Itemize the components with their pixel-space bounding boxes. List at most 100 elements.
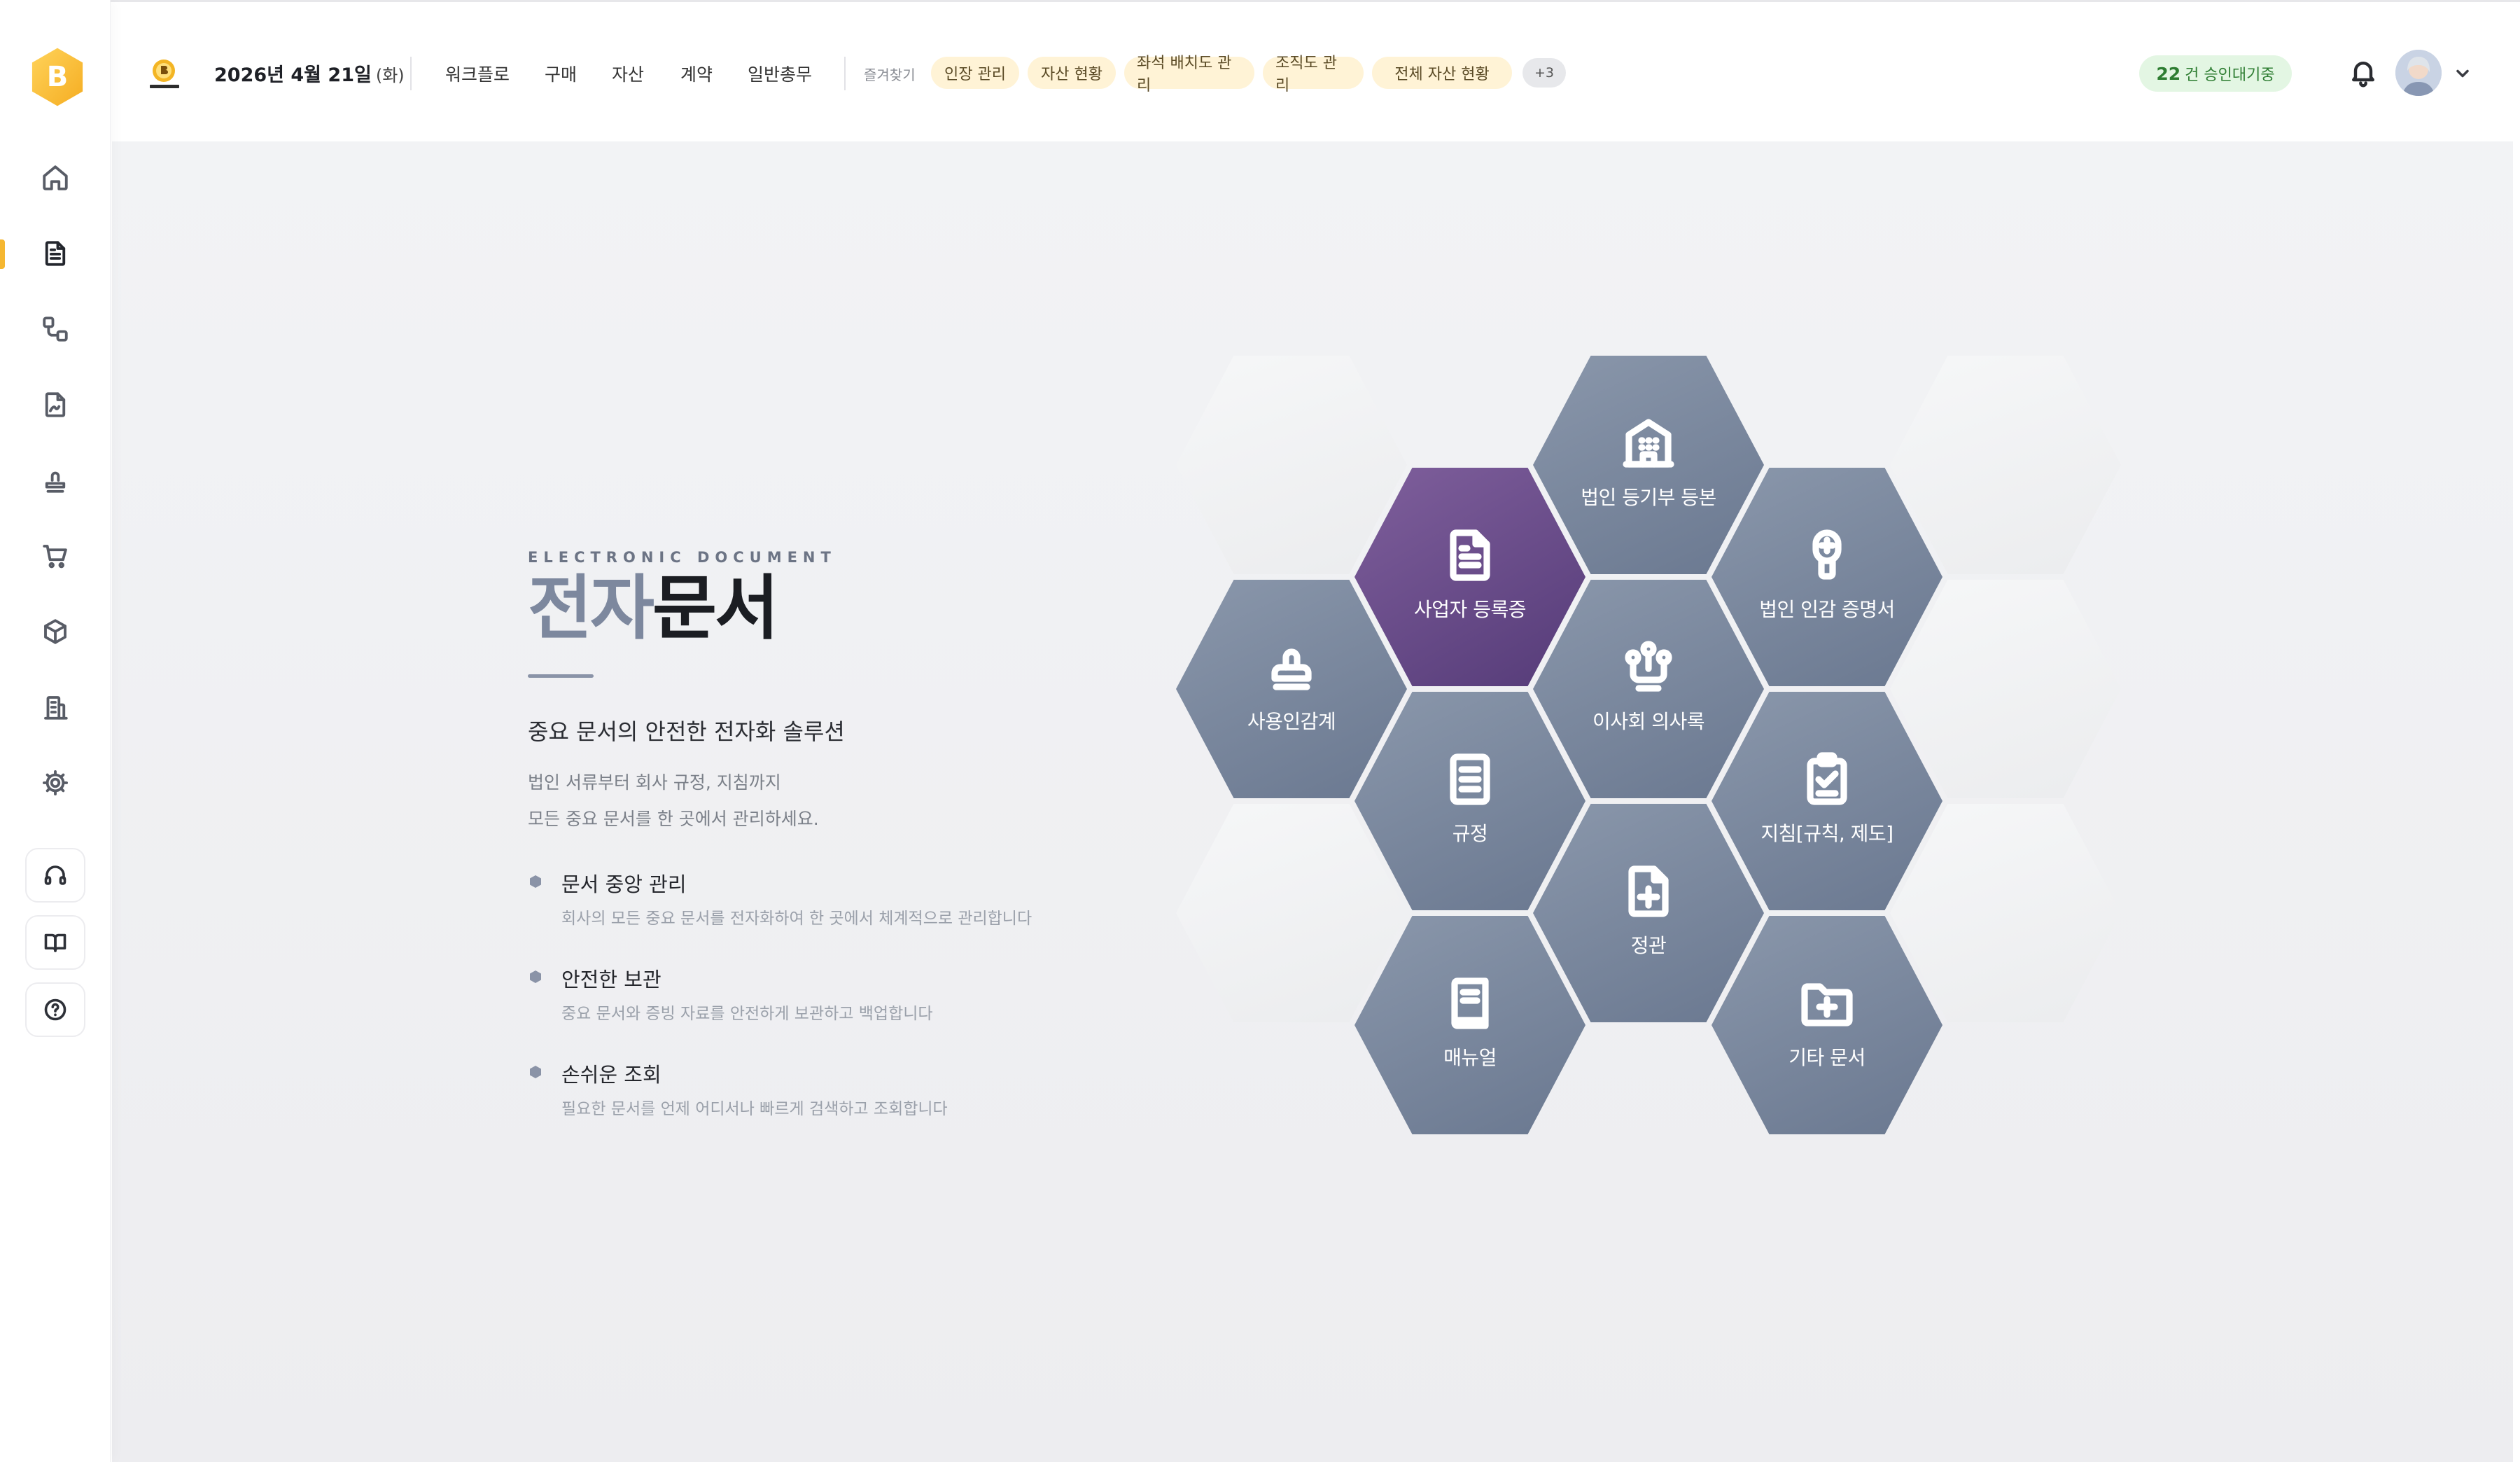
top-header: 2026년 4월 21일 (화) 워크플로 구매 자산 계약 일반총무 즐겨찾기 … xyxy=(111,0,2520,141)
question-icon xyxy=(44,998,66,1021)
category-label: 법인 인감 증명서 xyxy=(1759,598,1895,621)
date-text: 2026년 4월 21일 xyxy=(214,64,372,86)
regulation-list-icon xyxy=(1442,751,1498,807)
category-seal-usage[interactable]: 사용인감계 xyxy=(1176,580,1407,798)
decorative-hexagon xyxy=(1176,804,1407,1022)
avatar-image xyxy=(2395,50,2442,96)
decorative-hexagon xyxy=(1890,580,2121,798)
workflow-icon xyxy=(43,316,68,342)
category-business-registration[interactable]: 사업자 등록증 xyxy=(1354,468,1586,686)
document-icon xyxy=(1442,527,1498,583)
company-logo[interactable] xyxy=(146,54,185,93)
stamp-icon xyxy=(1264,639,1320,695)
sidebar-item-organization[interactable] xyxy=(0,679,111,735)
category-label: 사업자 등록증 xyxy=(1414,598,1526,621)
sidebar-item-asset[interactable] xyxy=(0,604,111,660)
guide-button[interactable] xyxy=(25,915,85,970)
favorites-more-button[interactable]: +3 xyxy=(1522,58,1566,88)
category-label: 법인 등기부 등본 xyxy=(1581,486,1716,509)
category-label: 규정 xyxy=(1452,822,1488,845)
manual-book-icon xyxy=(1442,975,1498,1031)
feature-title: 문서 중앙 관리 xyxy=(561,872,687,896)
company-logo-icon xyxy=(150,60,179,88)
page-subtitle: 중요 문서의 안전한 전자화 솔루션 xyxy=(528,718,845,745)
building-icon xyxy=(44,696,68,720)
eyebrow-text: ELECTRONIC DOCUMENT xyxy=(528,549,836,566)
menu-asset[interactable]: 자산 xyxy=(612,61,644,86)
header-divider xyxy=(844,57,846,90)
category-manual[interactable]: 매뉴얼 xyxy=(1354,916,1586,1134)
support-button[interactable] xyxy=(25,848,85,903)
decorative-hexagon xyxy=(1176,356,1407,574)
category-corporate-registry[interactable]: 법인 등기부 등본 xyxy=(1533,356,1764,574)
main-content: ELECTRONIC DOCUMENT 전자문서 중요 문서의 안전한 전자화 … xyxy=(112,141,2513,1462)
gear-icon xyxy=(42,770,69,796)
menu-workflow[interactable]: 워크플로 xyxy=(445,61,510,86)
file-plus-icon xyxy=(1620,863,1676,919)
favorite-chip-seat-layout[interactable]: 좌석 배치도 관리 xyxy=(1124,55,1254,95)
feature-title: 손쉬운 조회 xyxy=(561,1063,662,1087)
user-avatar[interactable] xyxy=(2395,50,2442,96)
chevron-down-icon xyxy=(2456,69,2469,78)
feature-title: 안전한 보관 xyxy=(561,968,662,991)
sidebar-item-documents[interactable] xyxy=(0,225,111,281)
feature-description: 회사의 모든 중요 문서를 전자화하여 한 곳에서 체계적으로 관리합니다 xyxy=(561,910,1032,928)
feature-item: 안전한 보관 중요 문서와 증빙 자료를 안전하게 보관하고 백업합니다 xyxy=(528,963,1158,1024)
page-title-main: 문서 xyxy=(652,567,779,649)
help-button[interactable] xyxy=(25,982,85,1037)
home-icon xyxy=(43,165,68,190)
page-title-accent: 전자 xyxy=(528,567,654,649)
sidebar-item-settings[interactable] xyxy=(0,755,111,811)
category-articles-of-incorporation[interactable]: 정관 xyxy=(1533,804,1764,1022)
signature-document-icon xyxy=(45,392,66,417)
feature-description: 중요 문서와 증빙 자료를 안전하게 보관하고 백업합니다 xyxy=(561,1005,933,1023)
menu-contract[interactable]: 계약 xyxy=(680,61,713,86)
category-corporate-seal-certificate[interactable]: 법인 인감 증명서 xyxy=(1712,468,1942,686)
sidebar-item-purchase[interactable] xyxy=(0,528,111,584)
menu-general-affairs[interactable]: 일반총무 xyxy=(748,61,812,86)
certificate-seal-icon xyxy=(1799,527,1855,583)
app-logo[interactable]: B xyxy=(27,46,88,108)
clipboard-check-icon xyxy=(1799,751,1855,807)
description-line: 법인 서류부터 회사 규정, 지침까지 xyxy=(528,772,781,793)
feature-item: 문서 중앙 관리 회사의 모든 중요 문서를 전자화하여 한 곳에서 체계적으로… xyxy=(528,868,1158,928)
approval-label: 건 승인대기중 xyxy=(2185,67,2275,84)
favorite-chip-seal[interactable]: 인장 관리 xyxy=(931,57,1019,89)
sidebar: B xyxy=(0,0,111,1462)
category-label: 정관 xyxy=(1630,934,1667,957)
notification-button[interactable] xyxy=(2348,57,2379,88)
day-of-week: (화) xyxy=(375,66,405,85)
intro-section: ELECTRONIC DOCUMENT 전자문서 중요 문서의 안전한 전자화 … xyxy=(528,549,1158,1154)
category-label: 이사회 의사록 xyxy=(1592,710,1704,733)
headset-icon xyxy=(44,865,66,885)
user-menu-toggle[interactable] xyxy=(2453,64,2472,83)
current-date: 2026년 4월 21일 (화) xyxy=(214,60,405,87)
category-label: 사용인감계 xyxy=(1247,710,1336,733)
logo-letter: B xyxy=(46,61,69,93)
description-line: 모든 중요 문서를 한 곳에서 관리하세요. xyxy=(528,809,819,829)
approval-count: 22 xyxy=(2156,63,2181,84)
sidebar-item-seal[interactable] xyxy=(0,452,111,508)
cart-icon xyxy=(43,545,67,569)
approval-pending-badge[interactable]: 22 건 승인대기중 xyxy=(2139,55,2292,92)
favorite-chip-all-assets[interactable]: 전체 자산 현황 xyxy=(1372,57,1512,89)
category-other-documents[interactable]: 기타 문서 xyxy=(1712,916,1942,1134)
category-board-minutes[interactable]: 이사회 의사록 xyxy=(1533,580,1764,798)
hexagon-bullet-icon xyxy=(528,874,543,889)
category-guidelines[interactable]: 지침[규칙, 제도] xyxy=(1712,692,1942,910)
header-divider xyxy=(410,57,412,90)
favorite-chip-org-chart[interactable]: 조직도 관리 xyxy=(1263,55,1364,95)
building-icon xyxy=(1620,415,1676,471)
sidebar-item-home[interactable] xyxy=(0,150,111,206)
menu-purchase[interactable]: 구매 xyxy=(545,61,577,86)
decorative-hexagon xyxy=(1890,804,2121,1022)
favorite-chip-asset-status[interactable]: 자산 현황 xyxy=(1028,57,1116,89)
board-people-icon xyxy=(1620,639,1676,695)
sidebar-item-contract[interactable] xyxy=(0,377,111,433)
category-label: 기타 문서 xyxy=(1788,1046,1865,1069)
sidebar-item-workflow[interactable] xyxy=(0,301,111,357)
feature-list: 문서 중앙 관리 회사의 모든 중요 문서를 전자화하여 한 곳에서 체계적으로… xyxy=(528,868,1158,1119)
title-divider xyxy=(528,674,594,678)
folder-plus-icon xyxy=(1799,975,1855,1031)
category-regulations[interactable]: 규정 xyxy=(1354,692,1586,910)
